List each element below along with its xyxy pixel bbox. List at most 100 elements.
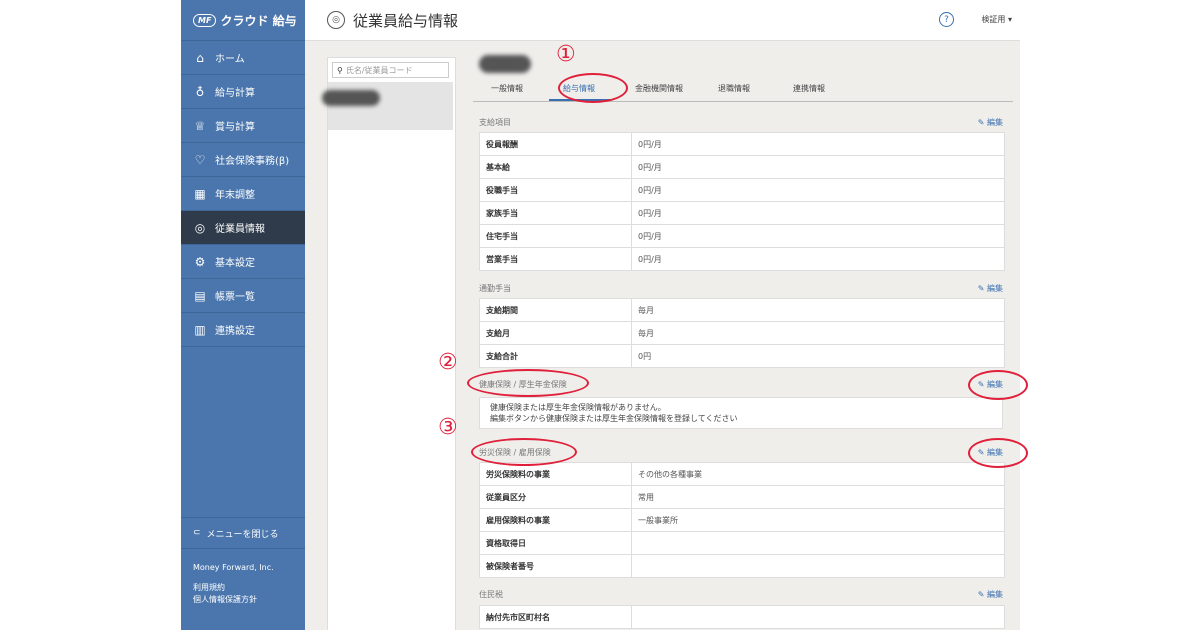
tab-bank[interactable]: 金融機関情報 xyxy=(635,83,683,94)
heart-icon: ♡ xyxy=(194,152,206,167)
row-key: 営業手当 xyxy=(480,248,632,270)
app-logo[interactable]: MF クラウド 給与 xyxy=(181,0,305,40)
row-key: 支給合計 xyxy=(480,345,632,367)
annotation-ellipse-labor-edit xyxy=(968,438,1028,468)
tab-bar: 一般情報 給与情報 金融機関情報 退職情報 連携情報 xyxy=(473,77,1013,102)
message-line: 健康保険または厚生年金保険情報がありません。 xyxy=(490,403,666,412)
collapse-menu-button[interactable]: ⊂ メニューを閉じる xyxy=(181,517,305,549)
row-value: 0円 xyxy=(638,351,652,361)
resident-tax-table: 納付先市区町村名 xyxy=(479,605,1005,629)
redacted-employee-name xyxy=(479,55,531,73)
edit-label: 編集 xyxy=(987,118,1003,127)
table-row: 営業手当 0円/月 xyxy=(480,248,1004,270)
sidebar-item-social-insurance[interactable]: ♡ 社会保険事務(β) xyxy=(181,142,305,176)
employee-icon: ◎ xyxy=(327,11,345,29)
list-item[interactable] xyxy=(322,82,453,130)
table-row: 家族手当 0円/月 xyxy=(480,202,1004,225)
table-row: 住宅手当 0円/月 xyxy=(480,225,1004,248)
sidebar-footer: ⊂ メニューを閉じる Money Forward, Inc. 利用規約 個人情報… xyxy=(181,517,305,630)
tab-integration[interactable]: 連携情報 xyxy=(793,83,825,94)
sidebar-item-bonus[interactable]: ♕ 賞与計算 xyxy=(181,108,305,142)
sidebar-item-forms[interactable]: ▤ 帳票一覧 xyxy=(181,278,305,312)
table-row: 役職手当 0円/月 xyxy=(480,179,1004,202)
table-row: 従業員区分 常用 xyxy=(480,486,1004,509)
row-key: 労災保険料の事業 xyxy=(480,463,632,485)
sidebar-item-integration[interactable]: ▥ 連携設定 xyxy=(181,312,305,347)
row-value: 0円/月 xyxy=(638,139,662,149)
annotation-ellipse-health-title xyxy=(467,369,589,397)
page-header: ◎ 従業員給与情報 ? 検証用 ▾ xyxy=(305,0,1020,41)
table-row: 支給期間 毎月 xyxy=(480,299,1004,322)
sidebar: MF クラウド 給与 ⌂ ホーム ♁ 給与計算 ♕ 賞与計算 ♡ 社会保険事務(… xyxy=(181,0,305,630)
row-key: 雇用保険料の事業 xyxy=(480,509,632,531)
table-row: 支給月 毎月 xyxy=(480,322,1004,345)
row-value: 0円/月 xyxy=(638,162,662,172)
edit-resident-tax-button[interactable]: ✎ 編集 xyxy=(978,589,1003,600)
row-value: 0円/月 xyxy=(638,185,662,195)
employee-detail-panel: 一般情報 給与情報 金融機関情報 退職情報 連携情報 支給項目 ✎ 編集 役員報… xyxy=(473,41,1013,630)
document-icon: ▤ xyxy=(194,288,206,303)
sidebar-item-label: 社会保険事務(β) xyxy=(215,156,290,167)
table-row: 雇用保険料の事業 一般事業所 xyxy=(480,509,1004,532)
tab-general[interactable]: 一般情報 xyxy=(491,83,523,94)
trophy-icon: ♕ xyxy=(194,118,206,133)
edit-commute-button[interactable]: ✎ 編集 xyxy=(978,283,1003,294)
section-title-commute: 通勤手当 xyxy=(479,284,511,293)
edit-label: 編集 xyxy=(987,590,1003,599)
row-key: 支給月 xyxy=(480,322,632,344)
row-value: 常用 xyxy=(638,492,654,502)
message-line: 編集ボタンから健康保険または厚生年金保険情報を登録してください xyxy=(490,414,738,423)
annotation-number-2: ② xyxy=(438,350,458,375)
sidebar-item-year-end[interactable]: ▦ 年末調整 xyxy=(181,176,305,210)
search-icon: ⚲ xyxy=(337,65,343,75)
sidebar-item-label: 給与計算 xyxy=(215,88,255,99)
employee-icon: ◎ xyxy=(194,220,206,235)
annotation-number-1: ① xyxy=(556,42,576,67)
calculator-icon: ▦ xyxy=(194,186,206,201)
edit-pay-items-button[interactable]: ✎ 編集 xyxy=(978,117,1003,128)
user-menu[interactable]: 検証用 ▾ xyxy=(981,14,1012,25)
sidebar-item-label: 基本設定 xyxy=(215,258,255,269)
employee-list-panel: ⚲ 氏名/従業員コード xyxy=(322,57,456,630)
row-value: 0円/月 xyxy=(638,254,662,264)
sidebar-item-employee-info[interactable]: ◎ 従業員情報 xyxy=(181,210,305,244)
terms-link[interactable]: 利用規約 xyxy=(193,582,293,594)
tab-retirement[interactable]: 退職情報 xyxy=(718,83,750,94)
footer-links: 利用規約 個人情報保護方針 xyxy=(181,578,305,630)
sidebar-item-basic-settings[interactable]: ⚙ 基本設定 xyxy=(181,244,305,278)
table-row: 納付先市区町村名 xyxy=(480,606,1004,628)
table-row: 労災保険料の事業 その他の各種事業 xyxy=(480,463,1004,486)
table-row: 基本給 0円/月 xyxy=(480,156,1004,179)
row-key: 支給期間 xyxy=(480,299,632,321)
logo-mark: MF xyxy=(193,13,217,27)
annotation-ellipse-health-edit xyxy=(968,370,1028,400)
sidebar-item-label: 従業員情報 xyxy=(215,224,265,235)
annotation-ellipse-labor-title xyxy=(471,438,577,466)
row-value: 毎月 xyxy=(638,305,654,315)
row-value: 毎月 xyxy=(638,328,654,338)
labor-insurance-table: 労災保険料の事業 その他の各種事業 従業員区分 常用 雇用保険料の事業 一般事業所 資… xyxy=(479,462,1005,578)
row-key: 家族手当 xyxy=(480,202,632,224)
help-icon[interactable]: ? xyxy=(939,12,954,27)
table-row: 支給合計 0円 xyxy=(480,345,1004,367)
section-title-resident-tax: 住民税 xyxy=(479,590,503,599)
search-input[interactable]: ⚲ 氏名/従業員コード xyxy=(332,62,449,78)
company-name: Money Forward, Inc. xyxy=(193,563,274,572)
main-content: ⚲ 氏名/従業員コード 一般情報 給与情報 金融機関情報 退職情報 連携情報 支… xyxy=(305,41,1020,630)
row-key: 役職手当 xyxy=(480,179,632,201)
calendar-icon: ▥ xyxy=(194,322,206,337)
health-insurance-message: 健康保険または厚生年金保険情報がありません。 編集ボタンから健康保険または厚生年… xyxy=(479,397,1003,429)
row-key: 納付先市区町村名 xyxy=(480,606,632,628)
row-key: 住宅手当 xyxy=(480,225,632,247)
sidebar-item-label: 年末調整 xyxy=(215,190,255,201)
row-key: 資格取得日 xyxy=(480,532,632,554)
redacted-employee-name xyxy=(322,90,380,106)
sidebar-item-payroll[interactable]: ♁ 給与計算 xyxy=(181,74,305,108)
money-bag-icon: ♁ xyxy=(195,84,205,99)
row-key: 従業員区分 xyxy=(480,486,632,508)
sidebar-item-label: 帳票一覧 xyxy=(215,292,255,303)
privacy-link[interactable]: 個人情報保護方針 xyxy=(193,594,293,606)
sidebar-item-home[interactable]: ⌂ ホーム xyxy=(181,40,305,74)
search-placeholder: 氏名/従業員コード xyxy=(345,65,413,75)
commute-table: 支給期間 毎月 支給月 毎月 支給合計 0円 xyxy=(479,298,1005,368)
